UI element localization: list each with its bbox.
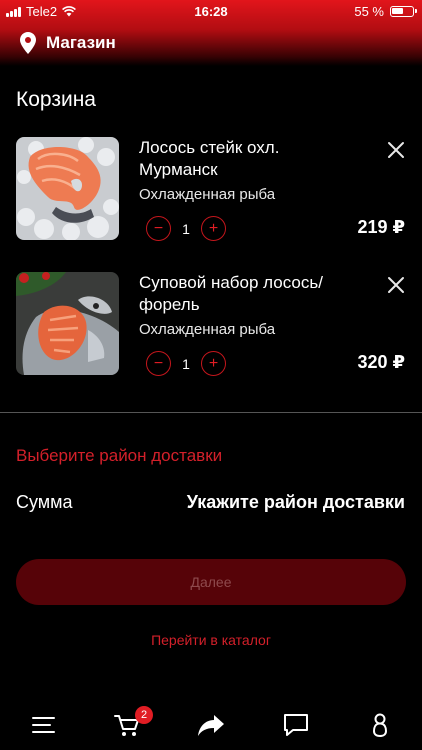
tab-bar: 2 xyxy=(0,700,422,750)
page-title: Корзина xyxy=(16,88,96,111)
quantity-value: 1 xyxy=(182,220,190,237)
cart-item: Суповой набор лосось/форель Охлажденная … xyxy=(0,272,422,382)
status-bar: Tele2 16:28 55 % xyxy=(0,0,422,22)
decrease-button[interactable]: − xyxy=(146,216,171,241)
increase-button[interactable]: + xyxy=(201,216,226,241)
menu-icon[interactable] xyxy=(30,712,58,738)
cart-item: Лосось стейк охл. Мурманск Охлажденная р… xyxy=(0,137,422,247)
quantity-stepper: − 1 + xyxy=(146,351,226,376)
shop-title: Магазин xyxy=(46,33,116,52)
share-icon[interactable] xyxy=(197,712,225,738)
quantity-stepper: − 1 + xyxy=(146,216,226,241)
chat-icon[interactable] xyxy=(282,712,310,738)
go-to-catalog-link[interactable]: Перейти в каталог xyxy=(0,632,422,648)
sum-label: Сумма xyxy=(16,492,73,512)
item-name[interactable]: Суповой набор лосось/форель xyxy=(139,272,339,316)
salmon-steak-photo xyxy=(16,137,119,240)
item-category: Охлажденная рыба xyxy=(139,186,276,203)
quantity-value: 1 xyxy=(182,355,190,372)
choose-district-link[interactable]: Выберите район доставки xyxy=(16,446,222,466)
increase-button[interactable]: + xyxy=(201,351,226,376)
cart-badge: 2 xyxy=(135,706,153,724)
item-price: 320 ₽ xyxy=(357,352,405,372)
item-name[interactable]: Лосось стейк охл. Мурманск xyxy=(139,137,339,181)
next-button[interactable]: Далее xyxy=(16,559,406,605)
location-pin-icon xyxy=(20,32,36,54)
app-header: Tele2 16:28 55 % Магазин xyxy=(0,0,422,66)
sum-value: Укажите район доставки xyxy=(186,492,405,512)
decrease-button[interactable]: − xyxy=(146,351,171,376)
item-category: Охлажденная рыба xyxy=(139,321,276,338)
item-price: 219 ₽ xyxy=(357,217,405,237)
soup-set-photo xyxy=(16,272,119,375)
divider xyxy=(0,412,422,413)
battery-icon xyxy=(390,6,417,17)
remove-item-icon[interactable] xyxy=(386,140,406,160)
shop-selector[interactable]: Магазин xyxy=(20,32,116,54)
profile-icon[interactable] xyxy=(366,712,394,738)
remove-item-icon[interactable] xyxy=(386,275,406,295)
battery-percent: 55 % xyxy=(354,4,384,19)
